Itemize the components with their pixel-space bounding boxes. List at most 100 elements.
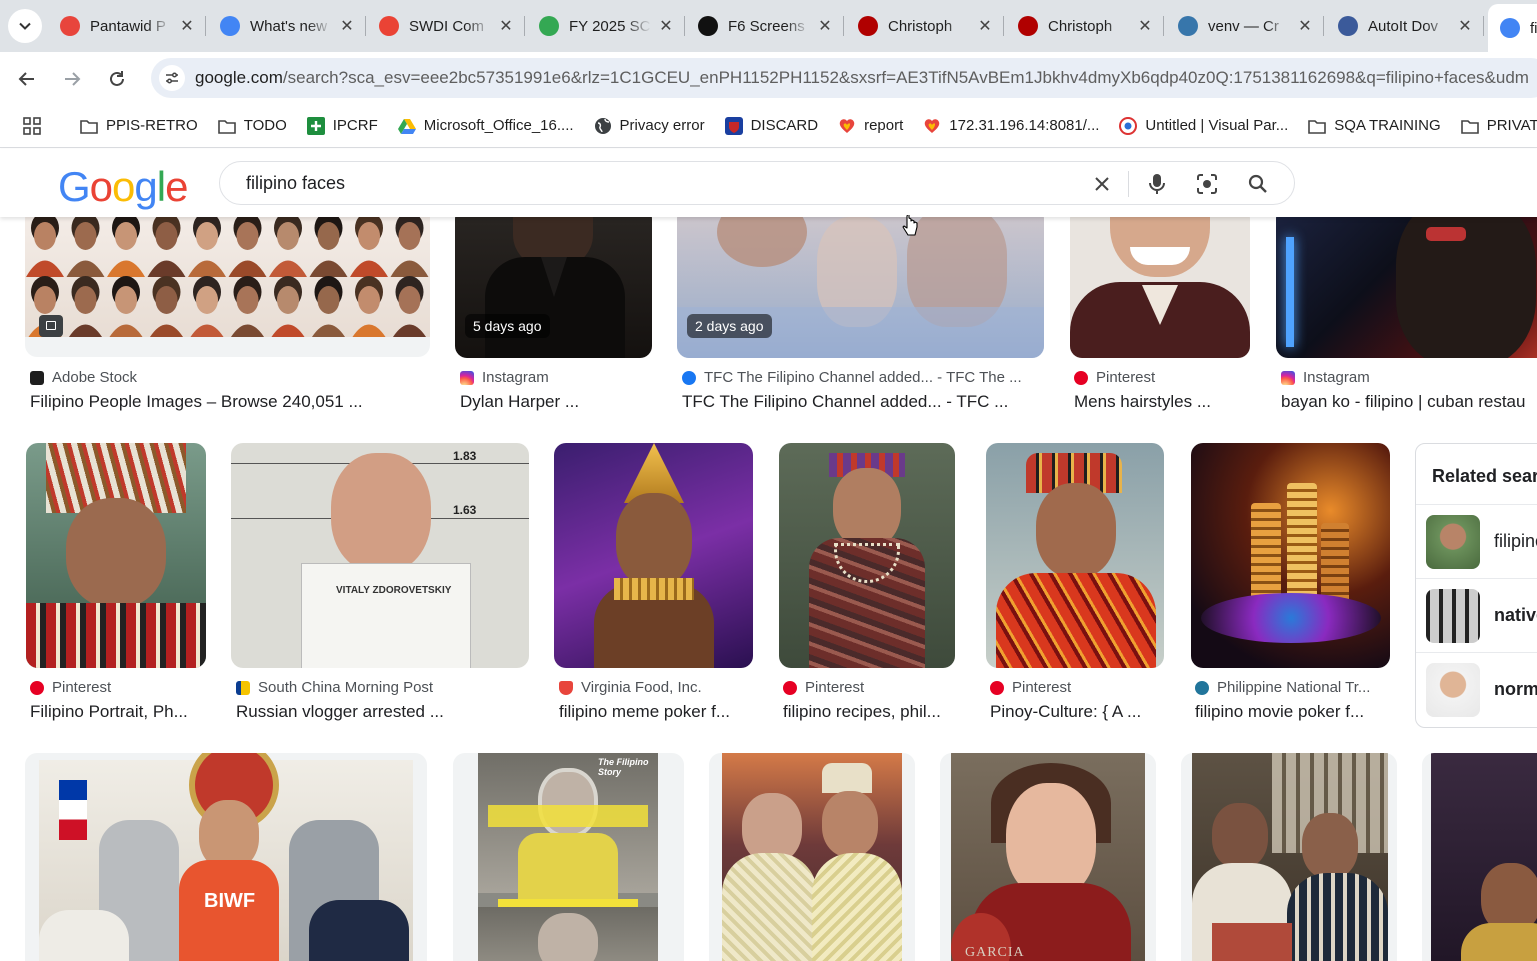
bookmark-item[interactable]: report (838, 117, 903, 135)
result-image[interactable]: 5 days ago (455, 217, 652, 358)
apps-button[interactable] (22, 116, 42, 136)
bookmark-label: SQA TRAINING (1334, 117, 1441, 134)
bookmark-item[interactable]: DISCARD (724, 116, 818, 135)
result-title[interactable]: Pinoy-Culture: { A ... (990, 702, 1166, 722)
voice-search-button[interactable] (1145, 172, 1169, 196)
logo-letter: g (134, 163, 157, 210)
result-title[interactable]: filipino recipes, phil... (783, 702, 959, 722)
result-image[interactable] (709, 753, 915, 961)
close-tab-icon[interactable]: ✕ (816, 16, 834, 36)
face-figure-face (277, 286, 299, 314)
google-logo[interactable]: Google (58, 163, 188, 211)
result-title[interactable]: filipino movie poker f... (1195, 702, 1387, 722)
result-image[interactable]: GARCIA (940, 753, 1156, 961)
result-image[interactable] (1070, 217, 1250, 358)
close-tab-icon[interactable]: ✕ (1296, 16, 1314, 36)
related-search-item[interactable]: native (1416, 578, 1537, 652)
result-source: Pinterest (30, 679, 111, 696)
browser-tab[interactable]: SWDI Com ✕ (367, 6, 525, 46)
bookmark-item[interactable]: 172.31.196.14:8081/... (923, 117, 1099, 135)
search-box-divider (1128, 171, 1129, 197)
result-image[interactable]: BIWF (25, 753, 427, 961)
bookmark-item[interactable]: PPIS-RETRO (80, 117, 198, 135)
result-title[interactable]: Filipino People Images – Browse 240,051 … (30, 392, 430, 412)
face-figure-face (317, 286, 340, 314)
related-search-item[interactable]: norm (1416, 652, 1537, 726)
browser-tab[interactable]: F6 Screens ✕ (686, 6, 844, 46)
result-image[interactable] (1422, 753, 1537, 961)
globe-icon (594, 117, 612, 135)
search-submit-button[interactable] (1246, 172, 1270, 196)
result-title[interactable]: Russian vlogger arrested ... (236, 702, 526, 722)
date-badge: 2 days ago (687, 314, 772, 338)
back-button[interactable] (12, 64, 42, 94)
result-source: TFC The Filipino Channel added... - TFC … (682, 369, 1022, 386)
result-title[interactable]: Dylan Harper ... (460, 392, 660, 412)
close-tab-icon[interactable]: ✕ (657, 16, 675, 36)
result-image[interactable] (986, 443, 1164, 668)
bookmark-item[interactable]: Untitled | Visual Par... (1119, 116, 1289, 135)
image-search-button[interactable] (1195, 172, 1219, 196)
tab-title: FY 2025 SC (569, 17, 651, 35)
browser-tab[interactable]: Christoph ✕ (1006, 6, 1164, 46)
face-figure-face (398, 222, 421, 250)
browser-tab[interactable]: Pantawid P ✕ (48, 6, 206, 46)
bookmark-label: TODO (243, 117, 287, 134)
result-source: South China Morning Post (236, 679, 433, 696)
reload-button[interactable] (102, 64, 132, 94)
result-image[interactable] (779, 443, 955, 668)
bookmark-label: Privacy error (619, 117, 705, 134)
browser-tab[interactable]: Christoph ✕ (846, 6, 1004, 46)
result-image[interactable] (26, 443, 206, 668)
close-tab-icon[interactable]: ✕ (1456, 16, 1474, 36)
result-title[interactable]: Mens hairstyles ... (1074, 392, 1254, 412)
result-image[interactable] (1276, 217, 1537, 358)
browser-tab[interactable]: AutoIt Dov ✕ (1326, 6, 1484, 46)
related-search-label: norm (1494, 679, 1537, 699)
related-search-item[interactable]: filipino (1416, 504, 1537, 578)
bookmark-item[interactable]: IPCRF (306, 116, 378, 135)
bookmark-item[interactable]: SQA TRAINING (1308, 117, 1441, 135)
close-tab-icon[interactable]: ✕ (338, 16, 356, 36)
result-title[interactable]: bayan ko - filipino | cuban restau (1281, 392, 1537, 412)
forward-button[interactable] (57, 64, 87, 94)
heart-icon (838, 117, 856, 135)
close-tab-icon[interactable]: ✕ (1136, 16, 1154, 36)
close-tab-icon[interactable]: ✕ (178, 16, 196, 36)
face-figure-face (358, 286, 380, 314)
result-title[interactable]: TFC The Filipino Channel added... - TFC … (682, 392, 1042, 412)
camera-lens-icon (1197, 174, 1217, 194)
bookmark-item[interactable]: TODO (217, 117, 287, 135)
bookmark-label: Untitled | Visual Par... (1145, 117, 1289, 134)
tab-title: What's new (250, 17, 328, 35)
logo-letter: o (112, 163, 135, 210)
bookmark-item[interactable]: PRIVATE (1460, 117, 1537, 135)
result-image[interactable] (554, 443, 753, 668)
bookmark-item[interactable]: Microsoft_Office_16.... (397, 117, 574, 135)
search-input[interactable] (246, 173, 1046, 194)
site-info-icon[interactable] (159, 65, 185, 91)
result-image[interactable]: The Filipino Story (453, 753, 684, 961)
face-figure-face (115, 286, 137, 314)
result-image[interactable]: 2 days ago (677, 217, 1044, 358)
face-figure-face (317, 222, 340, 250)
result-image[interactable]: 1.83 1.63 VITALY ZDOROVETSKIY (231, 443, 529, 668)
browser-tab[interactable]: What's new ✕ (208, 6, 366, 46)
result-image[interactable] (25, 217, 430, 357)
close-tab-icon[interactable]: ✕ (976, 16, 994, 36)
result-source: Adobe Stock (30, 369, 137, 386)
browser-tab[interactable]: FY 2025 SC ✕ (527, 6, 685, 46)
result-title[interactable]: Filipino Portrait, Ph... (30, 702, 208, 722)
tab-search-button[interactable] (8, 9, 42, 43)
browser-tab[interactable]: venv — Cr ✕ (1166, 6, 1324, 46)
close-tab-icon[interactable]: ✕ (497, 16, 515, 36)
result-title[interactable]: filipino meme poker f... (559, 702, 749, 722)
logo-letter: o (89, 163, 113, 210)
result-image[interactable] (1181, 753, 1397, 961)
address-bar[interactable]: google.com/search?sca_esv=eee2bc57351991… (151, 58, 1537, 98)
clear-search-button[interactable] (1090, 172, 1114, 196)
result-image[interactable] (1191, 443, 1390, 668)
browser-tab[interactable]: fi (1488, 4, 1537, 52)
tab-title: Christoph (888, 17, 953, 35)
bookmark-item[interactable]: Privacy error (594, 117, 705, 135)
